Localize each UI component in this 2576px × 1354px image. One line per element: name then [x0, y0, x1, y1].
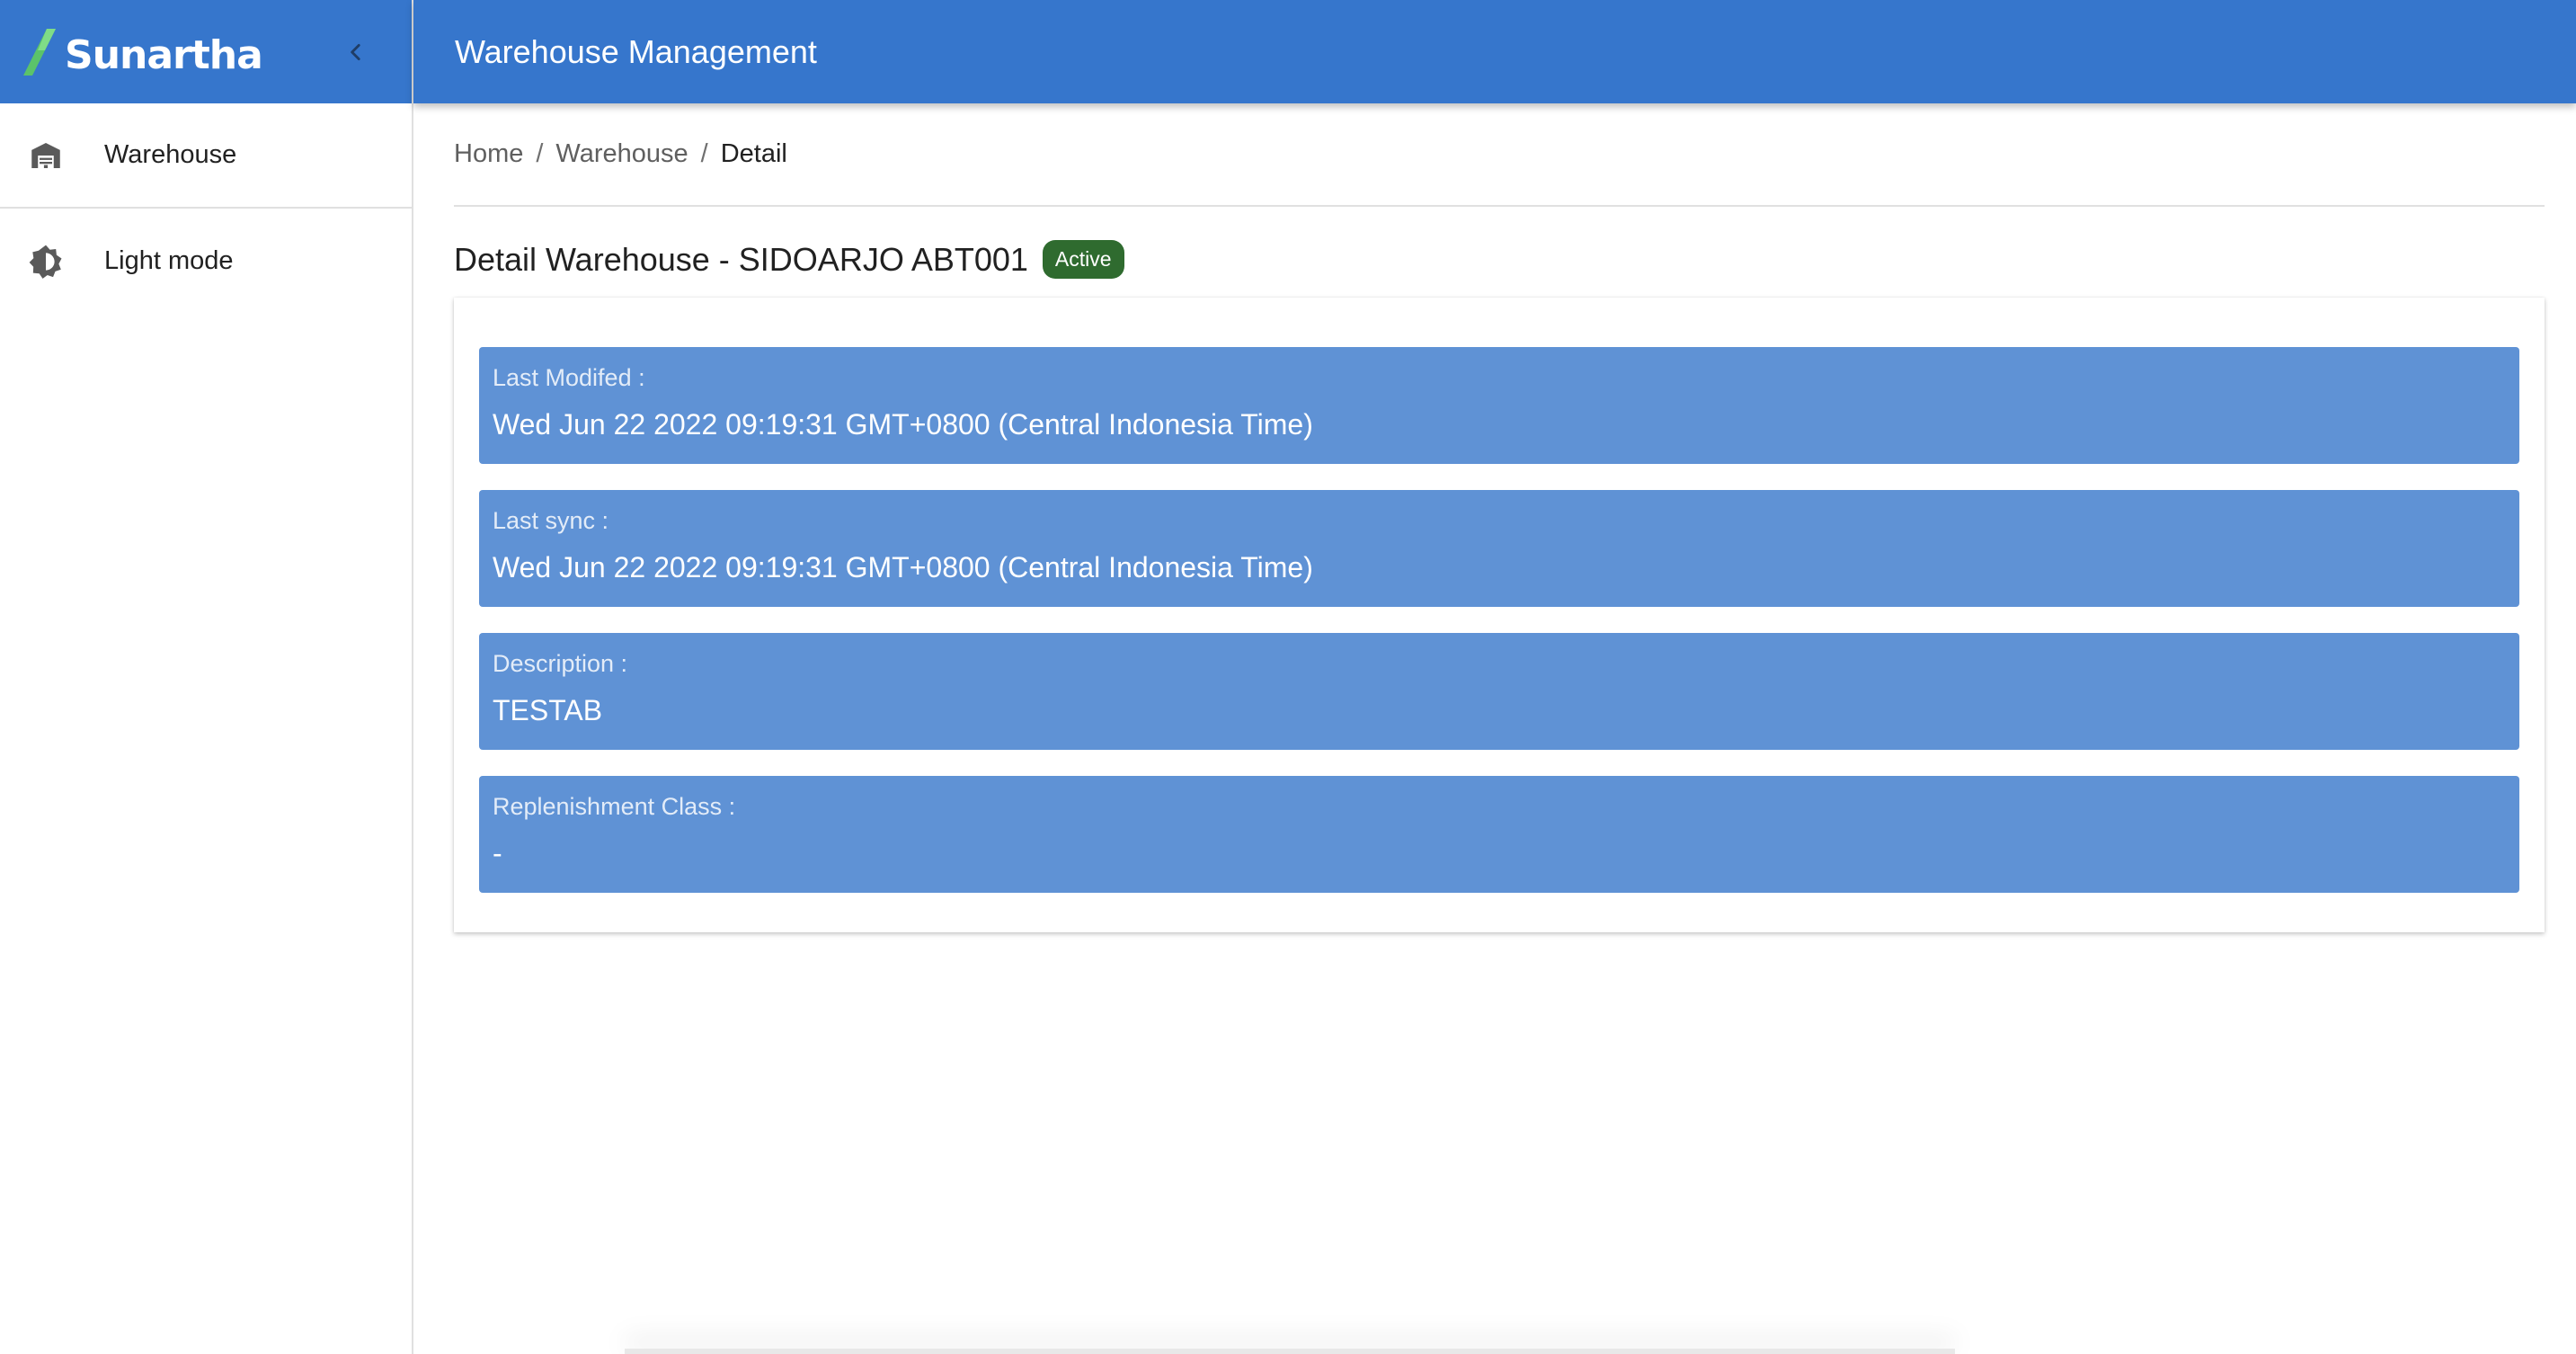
field-value: Wed Jun 22 2022 09:19:31 GMT+0800 (Centr…	[493, 551, 1313, 583]
bottom-panel-edge	[625, 1349, 1955, 1354]
field-label: Description :	[493, 650, 628, 677]
page-heading: Detail Warehouse - SIDOARJO ABT001 Activ…	[454, 207, 2545, 312]
sidebar-item-warehouse[interactable]: Warehouse	[0, 103, 412, 209]
field-label: Last Modifed :	[493, 364, 645, 391]
status-badge: Active	[1042, 240, 1124, 279]
brightness-icon	[27, 243, 65, 281]
field-value: Wed Jun 22 2022 09:19:31 GMT+0800 (Centr…	[493, 408, 1313, 441]
field-replenishment-class: Replenishment Class : -	[479, 776, 2519, 893]
sidebar-item-label: Light mode	[104, 246, 234, 275]
sidebar-item-light-mode[interactable]: Light mode	[0, 209, 412, 314]
app-bar-title: Warehouse Management	[455, 32, 817, 70]
main-content: Home / Warehouse / Detail Detail Warehou…	[454, 103, 2545, 932]
chevron-left-icon	[351, 43, 360, 60]
field-last-modified: Last Modifed : Wed Jun 22 2022 09:19:31 …	[479, 347, 2519, 464]
field-label: Replenishment Class :	[493, 793, 736, 820]
warehouse-icon	[27, 137, 65, 174]
field-description: Description : TESTAB	[479, 633, 2519, 750]
sidebar-item-label: Warehouse	[104, 140, 237, 169]
breadcrumb-home[interactable]: Home	[454, 139, 523, 169]
sidebar: Sunartha Warehouse Light mode	[0, 0, 413, 1354]
sidebar-collapse-button[interactable]	[336, 32, 376, 72]
top-app-bar: Warehouse Management	[413, 0, 2576, 103]
detail-card: Last Modifed : Wed Jun 22 2022 09:19:31 …	[454, 298, 2545, 932]
field-value: TESTAB	[493, 694, 603, 726]
breadcrumb-current: Detail	[720, 139, 787, 168]
field-label: Last sync :	[493, 507, 609, 534]
brand: Sunartha	[20, 25, 263, 78]
brand-name: Sunartha	[65, 32, 263, 78]
breadcrumb: Home / Warehouse / Detail	[454, 103, 2545, 207]
breadcrumb-separator: /	[700, 139, 708, 168]
sidebar-header: Sunartha	[0, 0, 412, 103]
field-last-sync: Last sync : Wed Jun 22 2022 09:19:31 GMT…	[479, 490, 2519, 607]
field-value: -	[493, 837, 502, 869]
page-title: Detail Warehouse - SIDOARJO ABT001	[454, 240, 1028, 278]
breadcrumb-warehouse[interactable]: Warehouse	[555, 139, 688, 169]
breadcrumb-separator: /	[536, 139, 544, 168]
brand-logo-icon	[23, 28, 56, 76]
